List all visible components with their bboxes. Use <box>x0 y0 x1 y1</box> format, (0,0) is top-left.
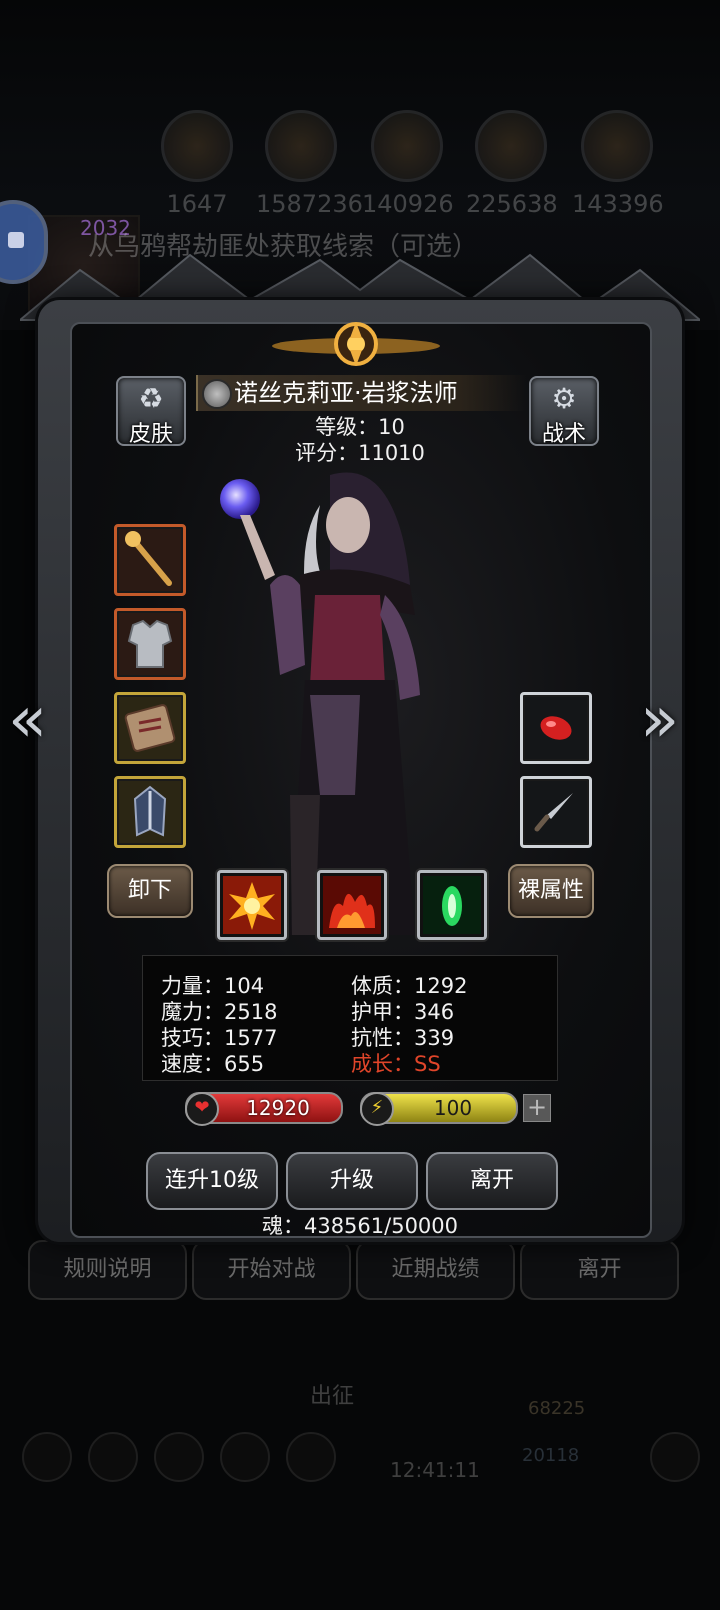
stat-speed: 速度：655 <box>161 1052 265 1076</box>
weapon-slot[interactable] <box>114 524 186 596</box>
resource-item: 140926 <box>362 110 454 218</box>
scroll-icon <box>124 704 176 752</box>
heart-icon: ❤ <box>185 1092 219 1126</box>
rules-button: 规则说明 <box>28 1240 187 1300</box>
resource-item: 1647 <box>152 110 242 218</box>
skill-slot-1[interactable] <box>217 870 287 940</box>
add-energy-button[interactable]: + <box>523 1094 551 1122</box>
sortie-label: 出征 <box>310 1384 355 1409</box>
bg-leave-button: 离开 <box>520 1240 679 1300</box>
cloak-slot[interactable] <box>114 776 186 848</box>
resource-item: 143396 <box>572 110 664 218</box>
armor-icon <box>127 619 173 668</box>
skill-slot-3[interactable] <box>417 870 487 940</box>
tactics-button-label: 战术 <box>541 422 586 447</box>
resource-bar: 1647 1587236 140926 225638 143396 <box>0 105 720 319</box>
tactics-button[interactable]: ⚙ 战术 <box>529 376 599 447</box>
green-crystal-icon <box>423 876 481 934</box>
base-attributes-button[interactable]: 裸属性 <box>508 864 594 918</box>
staff-icon <box>125 531 172 586</box>
menu-icon <box>286 1432 336 1482</box>
energy-bar: ⚡ 100 <box>360 1092 518 1126</box>
start-battle-button: 开始对战 <box>192 1240 351 1300</box>
resource-value: 143396 <box>572 190 664 218</box>
name-bar: 诺丝克莉亚·岩浆法师 <box>196 375 526 411</box>
unequip-button[interactable]: 卸下 <box>107 864 193 918</box>
resource-item: 1587236 <box>256 110 363 218</box>
hp-bar: ❤ 12920 <box>185 1092 343 1126</box>
flame-wave-icon <box>323 876 381 934</box>
shirt-icon: ♻ <box>138 382 164 415</box>
resource-item: 225638 <box>466 110 558 218</box>
menu-icon <box>22 1432 72 1482</box>
previous-hero-arrow[interactable]: « <box>8 680 68 760</box>
resource-value: 1647 <box>166 190 228 218</box>
resource-value: 1587236 <box>256 190 363 218</box>
cloak-icon <box>133 785 167 837</box>
hero-score: 评分：11010 <box>295 441 425 465</box>
lightning-icon: ⚡ <box>360 1092 394 1126</box>
energy-value: 100 <box>433 1096 473 1120</box>
fire-burst-icon <box>223 876 281 934</box>
clock-label: 12:41:11 <box>390 1458 480 1482</box>
resource-value: 140926 <box>362 190 454 218</box>
coin-value: 68225 <box>528 1398 586 1419</box>
armor-slot[interactable] <box>114 608 186 680</box>
leave-button[interactable]: 离开 <box>426 1152 558 1210</box>
menu-icon <box>88 1432 138 1482</box>
rank-badge-icon <box>202 379 232 409</box>
sun-emblem-icon <box>272 322 440 366</box>
skill-slot-2[interactable] <box>317 870 387 940</box>
skin-button[interactable]: ♻ 皮肤 <box>116 376 186 447</box>
skin-button-label: 皮肤 <box>128 422 173 447</box>
hero-name: 诺丝克莉亚·岩浆法师 <box>234 379 458 407</box>
stats-panel: 力量：104 魔力：2518 技巧：1577 速度：655 体质：1292 护甲… <box>142 955 558 1081</box>
recent-records-button: 近期战绩 <box>356 1240 515 1300</box>
level-up-10-button[interactable]: 连升10级 <box>146 1152 278 1210</box>
hp-value: 12920 <box>246 1096 310 1120</box>
next-hero-arrow[interactable]: » <box>640 680 700 760</box>
gem-slot[interactable] <box>520 692 592 764</box>
red-gem-icon <box>540 716 572 740</box>
gear-icon: ⚙ <box>551 382 577 415</box>
soul-counter: 魂：438561/50000 <box>261 1214 459 1238</box>
resource-value: 225638 <box>466 190 558 218</box>
accessory-slot[interactable] <box>114 692 186 764</box>
menu-icon <box>650 1432 700 1482</box>
level-up-button[interactable]: 升级 <box>286 1152 418 1210</box>
gem-value-2: 20118 <box>522 1445 580 1466</box>
dagger-slot[interactable] <box>520 776 592 848</box>
menu-icon <box>154 1432 204 1482</box>
menu-icon <box>220 1432 270 1482</box>
stat-growth: 成长：SS <box>351 1052 441 1076</box>
dagger-icon <box>534 793 573 832</box>
